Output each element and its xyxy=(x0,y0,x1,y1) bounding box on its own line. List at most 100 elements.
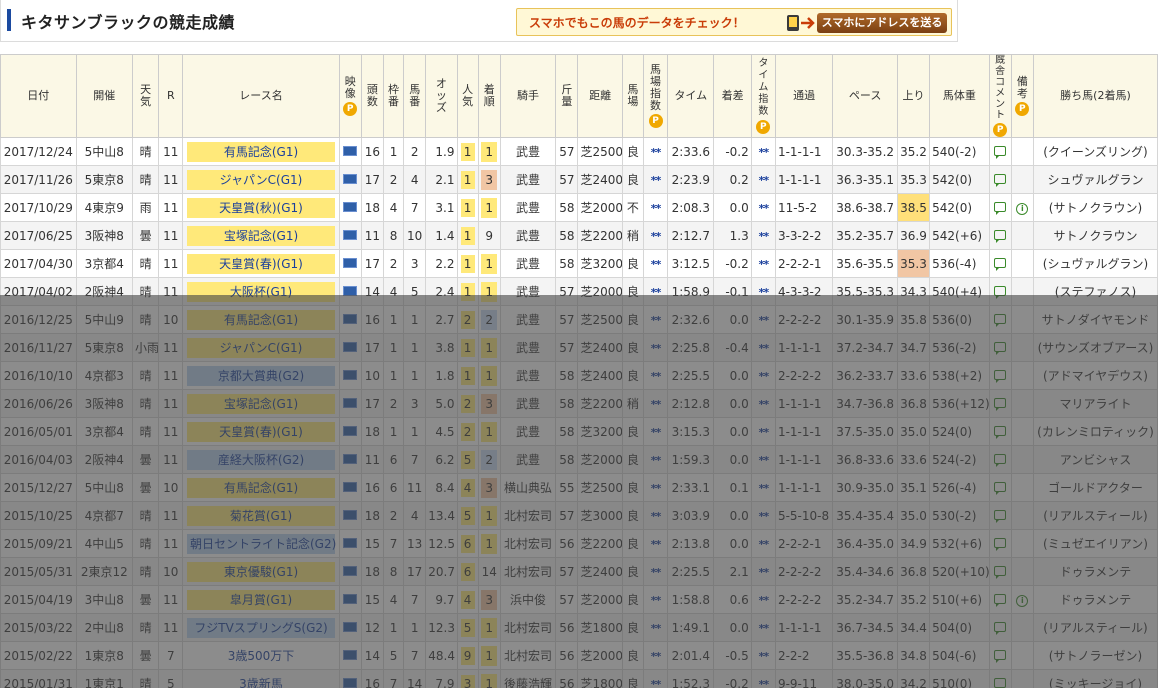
race-name-link[interactable]: ジャパンC(G1) xyxy=(187,169,335,190)
col-date[interactable]: 日付 xyxy=(0,54,77,138)
video-icon[interactable] xyxy=(343,285,358,296)
jockey-link[interactable]: 武豊 xyxy=(499,249,557,278)
video-icon[interactable] xyxy=(343,509,358,520)
video-cell[interactable] xyxy=(338,361,362,390)
note-cell[interactable] xyxy=(1010,501,1034,530)
venue-link[interactable]: 2中山8 xyxy=(75,613,134,642)
note-cell[interactable] xyxy=(1010,669,1034,688)
jockey-link[interactable]: 武豊 xyxy=(499,221,557,250)
winner-link[interactable]: (ミュゼエイリアン) xyxy=(1032,529,1158,558)
race-name-link[interactable]: 朝日セントライト記念(G2) xyxy=(187,533,336,554)
comment-cell[interactable] xyxy=(988,417,1012,446)
race-name-link[interactable]: 宝塚記念(G1) xyxy=(187,393,335,414)
video-icon[interactable] xyxy=(343,313,358,324)
comment-cell[interactable] xyxy=(988,221,1012,250)
comment-bubble-icon[interactable] xyxy=(994,369,1007,383)
comment-bubble-icon[interactable] xyxy=(994,285,1007,299)
jockey-link[interactable]: 浜中俊 xyxy=(499,585,557,614)
video-icon[interactable] xyxy=(343,341,358,352)
comment-cell[interactable] xyxy=(988,277,1012,306)
video-cell[interactable] xyxy=(338,529,362,558)
video-icon[interactable] xyxy=(343,649,358,660)
winner-link[interactable]: (ステファノス) xyxy=(1032,277,1158,306)
jockey-link[interactable]: 北村宏司 xyxy=(499,501,557,530)
note-cell[interactable] xyxy=(1010,641,1034,670)
race-date-link[interactable]: 2016/10/10 xyxy=(0,361,77,390)
venue-link[interactable]: 3阪神8 xyxy=(75,221,134,250)
winner-link[interactable]: (サウンズオブアース) xyxy=(1032,333,1158,362)
jockey-link[interactable]: 北村宏司 xyxy=(499,557,557,586)
video-icon[interactable] xyxy=(343,201,358,212)
note-cell[interactable] xyxy=(1010,389,1034,418)
venue-link[interactable]: 4東京9 xyxy=(75,193,134,222)
jockey-link[interactable]: 武豊 xyxy=(499,445,557,474)
comment-cell[interactable] xyxy=(988,445,1012,474)
race-date-link[interactable]: 2016/12/25 xyxy=(0,305,77,334)
venue-link[interactable]: 5中山9 xyxy=(75,305,134,334)
note-cell[interactable] xyxy=(1010,613,1034,642)
winner-link[interactable]: サトノクラウン xyxy=(1032,221,1158,250)
race-name-link[interactable]: 菊花賞(G1) xyxy=(187,505,335,526)
comment-cell[interactable] xyxy=(988,557,1012,586)
comment-cell[interactable] xyxy=(988,165,1012,194)
comment-bubble-icon[interactable] xyxy=(994,229,1007,243)
video-icon[interactable] xyxy=(343,621,358,632)
winner-link[interactable]: シュヴァルグラン xyxy=(1032,165,1158,194)
comment-bubble-icon[interactable] xyxy=(994,313,1007,327)
video-cell[interactable] xyxy=(338,193,362,222)
note-cell[interactable] xyxy=(1010,361,1034,390)
race-date-link[interactable]: 2016/04/03 xyxy=(0,445,77,474)
race-date-link[interactable]: 2017/11/26 xyxy=(0,165,77,194)
video-icon[interactable] xyxy=(343,229,358,240)
video-cell[interactable] xyxy=(338,473,362,502)
note-cell[interactable] xyxy=(1010,333,1034,362)
jockey-link[interactable]: 武豊 xyxy=(499,193,557,222)
race-date-link[interactable]: 2017/12/24 xyxy=(0,137,77,166)
race-name-link[interactable]: 天皇賞(春)(G1) xyxy=(187,421,335,442)
venue-link[interactable]: 4京都3 xyxy=(75,361,134,390)
race-name-link[interactable]: 3歳500万下 xyxy=(187,646,335,666)
race-name-link[interactable]: 産経大阪杯(G2) xyxy=(187,449,335,470)
note-cell[interactable] xyxy=(1010,445,1034,474)
note-cell[interactable] xyxy=(1010,417,1034,446)
winner-link[interactable]: (リアルスティール) xyxy=(1032,501,1158,530)
comment-cell[interactable] xyxy=(988,669,1012,688)
comment-bubble-icon[interactable] xyxy=(994,397,1007,411)
race-name-link[interactable]: 京都大賞典(G2) xyxy=(187,365,335,386)
jockey-link[interactable]: 武豊 xyxy=(499,137,557,166)
race-date-link[interactable]: 2015/02/22 xyxy=(0,641,77,670)
comment-bubble-icon[interactable] xyxy=(994,509,1007,523)
video-icon[interactable] xyxy=(343,397,358,408)
race-date-link[interactable]: 2015/05/31 xyxy=(0,557,77,586)
winner-link[interactable]: アンビシャス xyxy=(1032,445,1158,474)
comment-cell[interactable] xyxy=(988,193,1012,222)
race-date-link[interactable]: 2017/06/25 xyxy=(0,221,77,250)
video-icon[interactable] xyxy=(343,453,358,464)
video-cell[interactable] xyxy=(338,557,362,586)
jockey-link[interactable]: 武豊 xyxy=(499,389,557,418)
race-date-link[interactable]: 2016/11/27 xyxy=(0,333,77,362)
jockey-link[interactable]: 武豊 xyxy=(499,333,557,362)
video-cell[interactable] xyxy=(338,277,362,306)
venue-link[interactable]: 3阪神8 xyxy=(75,389,134,418)
comment-bubble-icon[interactable] xyxy=(994,145,1007,159)
jockey-link[interactable]: 横山典弘 xyxy=(499,473,557,502)
comment-bubble-icon[interactable] xyxy=(994,565,1007,579)
video-icon[interactable] xyxy=(343,537,358,548)
note-cell[interactable] xyxy=(1010,165,1034,194)
venue-link[interactable]: 1東京8 xyxy=(75,641,134,670)
race-date-link[interactable]: 2015/10/25 xyxy=(0,501,77,530)
video-cell[interactable] xyxy=(338,641,362,670)
comment-cell[interactable] xyxy=(988,501,1012,530)
winner-link[interactable]: (リアルスティール) xyxy=(1032,613,1158,642)
race-name-link[interactable]: 3歳新馬 xyxy=(187,674,335,688)
winner-link[interactable]: ドゥラメンテ xyxy=(1032,557,1158,586)
comment-cell[interactable] xyxy=(988,641,1012,670)
note-cell[interactable] xyxy=(1010,305,1034,334)
race-name-link[interactable]: ジャパンC(G1) xyxy=(187,337,335,358)
venue-link[interactable]: 3中山8 xyxy=(75,585,134,614)
comment-bubble-icon[interactable] xyxy=(994,341,1007,355)
race-name-link[interactable]: 東京優駿(G1) xyxy=(187,561,335,582)
video-icon[interactable] xyxy=(343,425,358,436)
note-cell[interactable] xyxy=(1010,529,1034,558)
